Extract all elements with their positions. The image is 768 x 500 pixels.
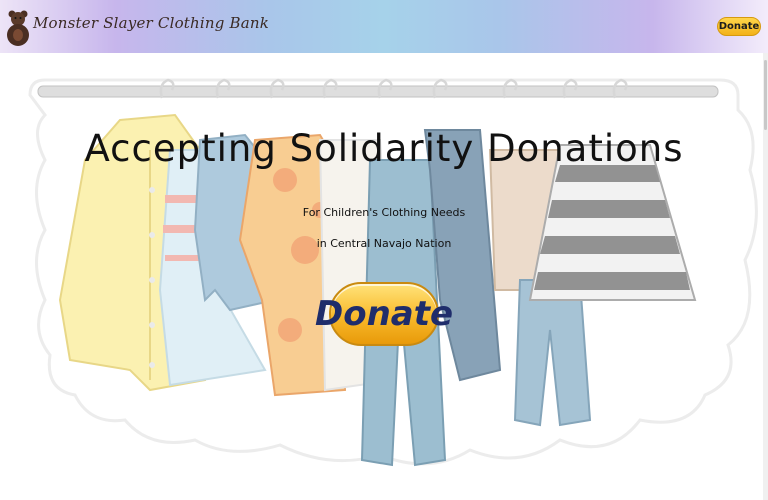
hero-subtitle-line2: in Central Navajo Nation xyxy=(316,237,452,250)
hero-title: Accepting Solidarity Donations xyxy=(84,127,684,170)
header-donate-button[interactable]: Donate xyxy=(717,17,761,36)
scrollbar-thumb[interactable] xyxy=(764,60,767,130)
hero-subtitle-line1: For Children's Clothing Needs xyxy=(302,206,466,219)
clothes-rack-illustration xyxy=(0,53,762,500)
bear-logo-icon[interactable] xyxy=(5,8,31,46)
hero-donate-button[interactable]: Donate xyxy=(315,282,453,346)
site-title[interactable]: Monster Slayer Clothing Bank xyxy=(33,14,269,32)
site-header: Monster Slayer Clothing Bank Donate xyxy=(0,0,768,53)
